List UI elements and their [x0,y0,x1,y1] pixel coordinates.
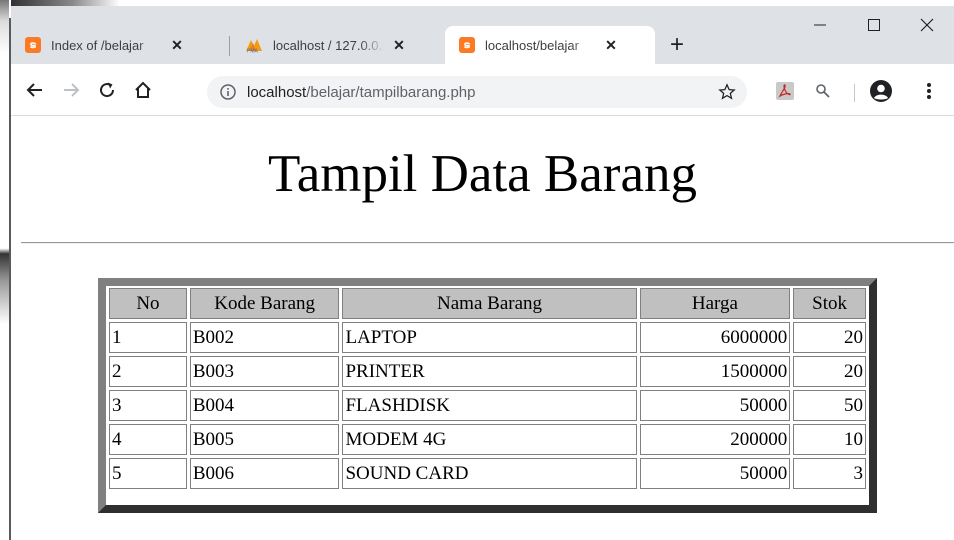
pdf-extension-button[interactable] [773,79,797,103]
cell-nama: LAPTOP [342,322,637,353]
cell-stok: 20 [793,322,866,353]
barang-table: No Kode Barang Nama Barang Harga Stok 1 … [106,285,869,492]
cell-stok: 10 [793,424,866,455]
cell-kode: B002 [189,322,340,353]
search-extension-button[interactable] [811,79,835,103]
phpmyadmin-icon: PMA [245,37,263,55]
table-row: 1 B002 LAPTOP 6000000 20 [109,322,866,353]
close-tab-icon[interactable]: ✕ [391,37,407,53]
account-icon [870,80,892,102]
header-kode-barang: Kode Barang [189,288,340,319]
maximize-icon [868,19,880,31]
browser-toolbar: localhost/belajar/tampilbarang.php [11,64,954,116]
info-icon[interactable] [219,83,237,101]
tab-localhost-belajar[interactable]: ຣ localhost/belajar ✕ [445,26,655,64]
svg-text:PMA: PMA [247,49,259,54]
acrobat-icon [776,82,794,100]
table-border: No Kode Barang Nama Barang Harga Stok 1 … [98,278,877,513]
close-icon [920,18,934,32]
table-row: 3 B004 FLASHDISK 50000 50 [109,390,866,421]
page-title: Tampil Data Barang [268,145,697,203]
xampp-icon: ຣ [25,37,41,53]
cell-stok: 20 [793,356,866,387]
cell-nama: SOUND CARD [342,458,637,489]
header-no: No [109,288,187,319]
header-stok: Stok [793,288,866,319]
page-content: Tampil Data Barang No Kode Barang Nama B… [11,117,954,540]
cell-nama: PRINTER [342,356,637,387]
bookmark-star-icon[interactable] [717,82,737,102]
minimize-button[interactable] [797,10,843,40]
forward-button[interactable] [57,76,85,104]
cell-harga: 1500000 [639,356,791,387]
cell-kode: B006 [189,458,340,489]
minimize-icon [814,24,826,26]
reload-button[interactable] [93,76,121,104]
table-header-row: No Kode Barang Nama Barang Harga Stok [109,288,866,319]
cell-no: 1 [109,322,187,353]
close-tab-icon[interactable]: ✕ [169,37,185,53]
cell-kode: B003 [189,356,340,387]
browser-window: ຣ Index of /belajar ✕ PMA localhost / 12… [11,6,954,540]
maximize-button[interactable] [851,10,897,40]
profile-button[interactable] [869,79,893,103]
cell-no: 2 [109,356,187,387]
cell-nama: FLASHDISK [342,390,637,421]
more-vert-icon [927,83,931,99]
header-nama-barang: Nama Barang [342,288,637,319]
tab-separator [229,36,230,56]
reload-icon [100,82,115,98]
cell-no: 5 [109,458,187,489]
horizontal-rule [21,242,954,244]
cell-harga: 50000 [639,390,791,421]
table-row: 5 B006 SOUND CARD 50000 3 [109,458,866,489]
close-tab-icon[interactable]: ✕ [603,37,619,53]
tab-label: Index of /belajar [51,37,163,53]
toolbar-divider [854,84,855,102]
cell-stok: 50 [793,390,866,421]
cell-stok: 3 [793,458,866,489]
header-harga: Harga [639,288,791,319]
url-text: localhost/belajar/tampilbarang.php [247,83,476,101]
close-window-button[interactable] [904,10,950,40]
table-row: 4 B005 MODEM 4G 200000 10 [109,424,866,455]
tab-label: localhost / 127.0.0.1 [273,37,385,53]
cell-no: 4 [109,424,187,455]
desktop-left-edge [0,0,11,540]
back-button[interactable] [21,76,49,104]
cell-harga: 6000000 [639,322,791,353]
cell-harga: 50000 [639,458,791,489]
cell-kode: B005 [189,424,340,455]
home-icon [135,81,151,98]
search-icon [816,84,830,98]
tab-index-of-belajar[interactable]: ຣ Index of /belajar ✕ [11,26,225,64]
back-arrow-icon [26,83,42,97]
cell-nama: MODEM 4G [342,424,637,455]
tab-label: localhost/belajar [485,37,597,53]
menu-button[interactable] [917,79,941,103]
cell-kode: B004 [189,390,340,421]
xampp-icon: ຣ [459,37,475,53]
forward-arrow-icon [64,83,80,97]
tab-phpmyadmin[interactable]: PMA localhost / 127.0.0.1 ✕ [231,26,443,64]
new-tab-button[interactable]: + [663,32,691,60]
table-row: 2 B003 PRINTER 1500000 20 [109,356,866,387]
address-bar[interactable]: localhost/belajar/tampilbarang.php [207,76,747,108]
home-button[interactable] [129,76,157,104]
cell-no: 3 [109,390,187,421]
cell-harga: 200000 [639,424,791,455]
